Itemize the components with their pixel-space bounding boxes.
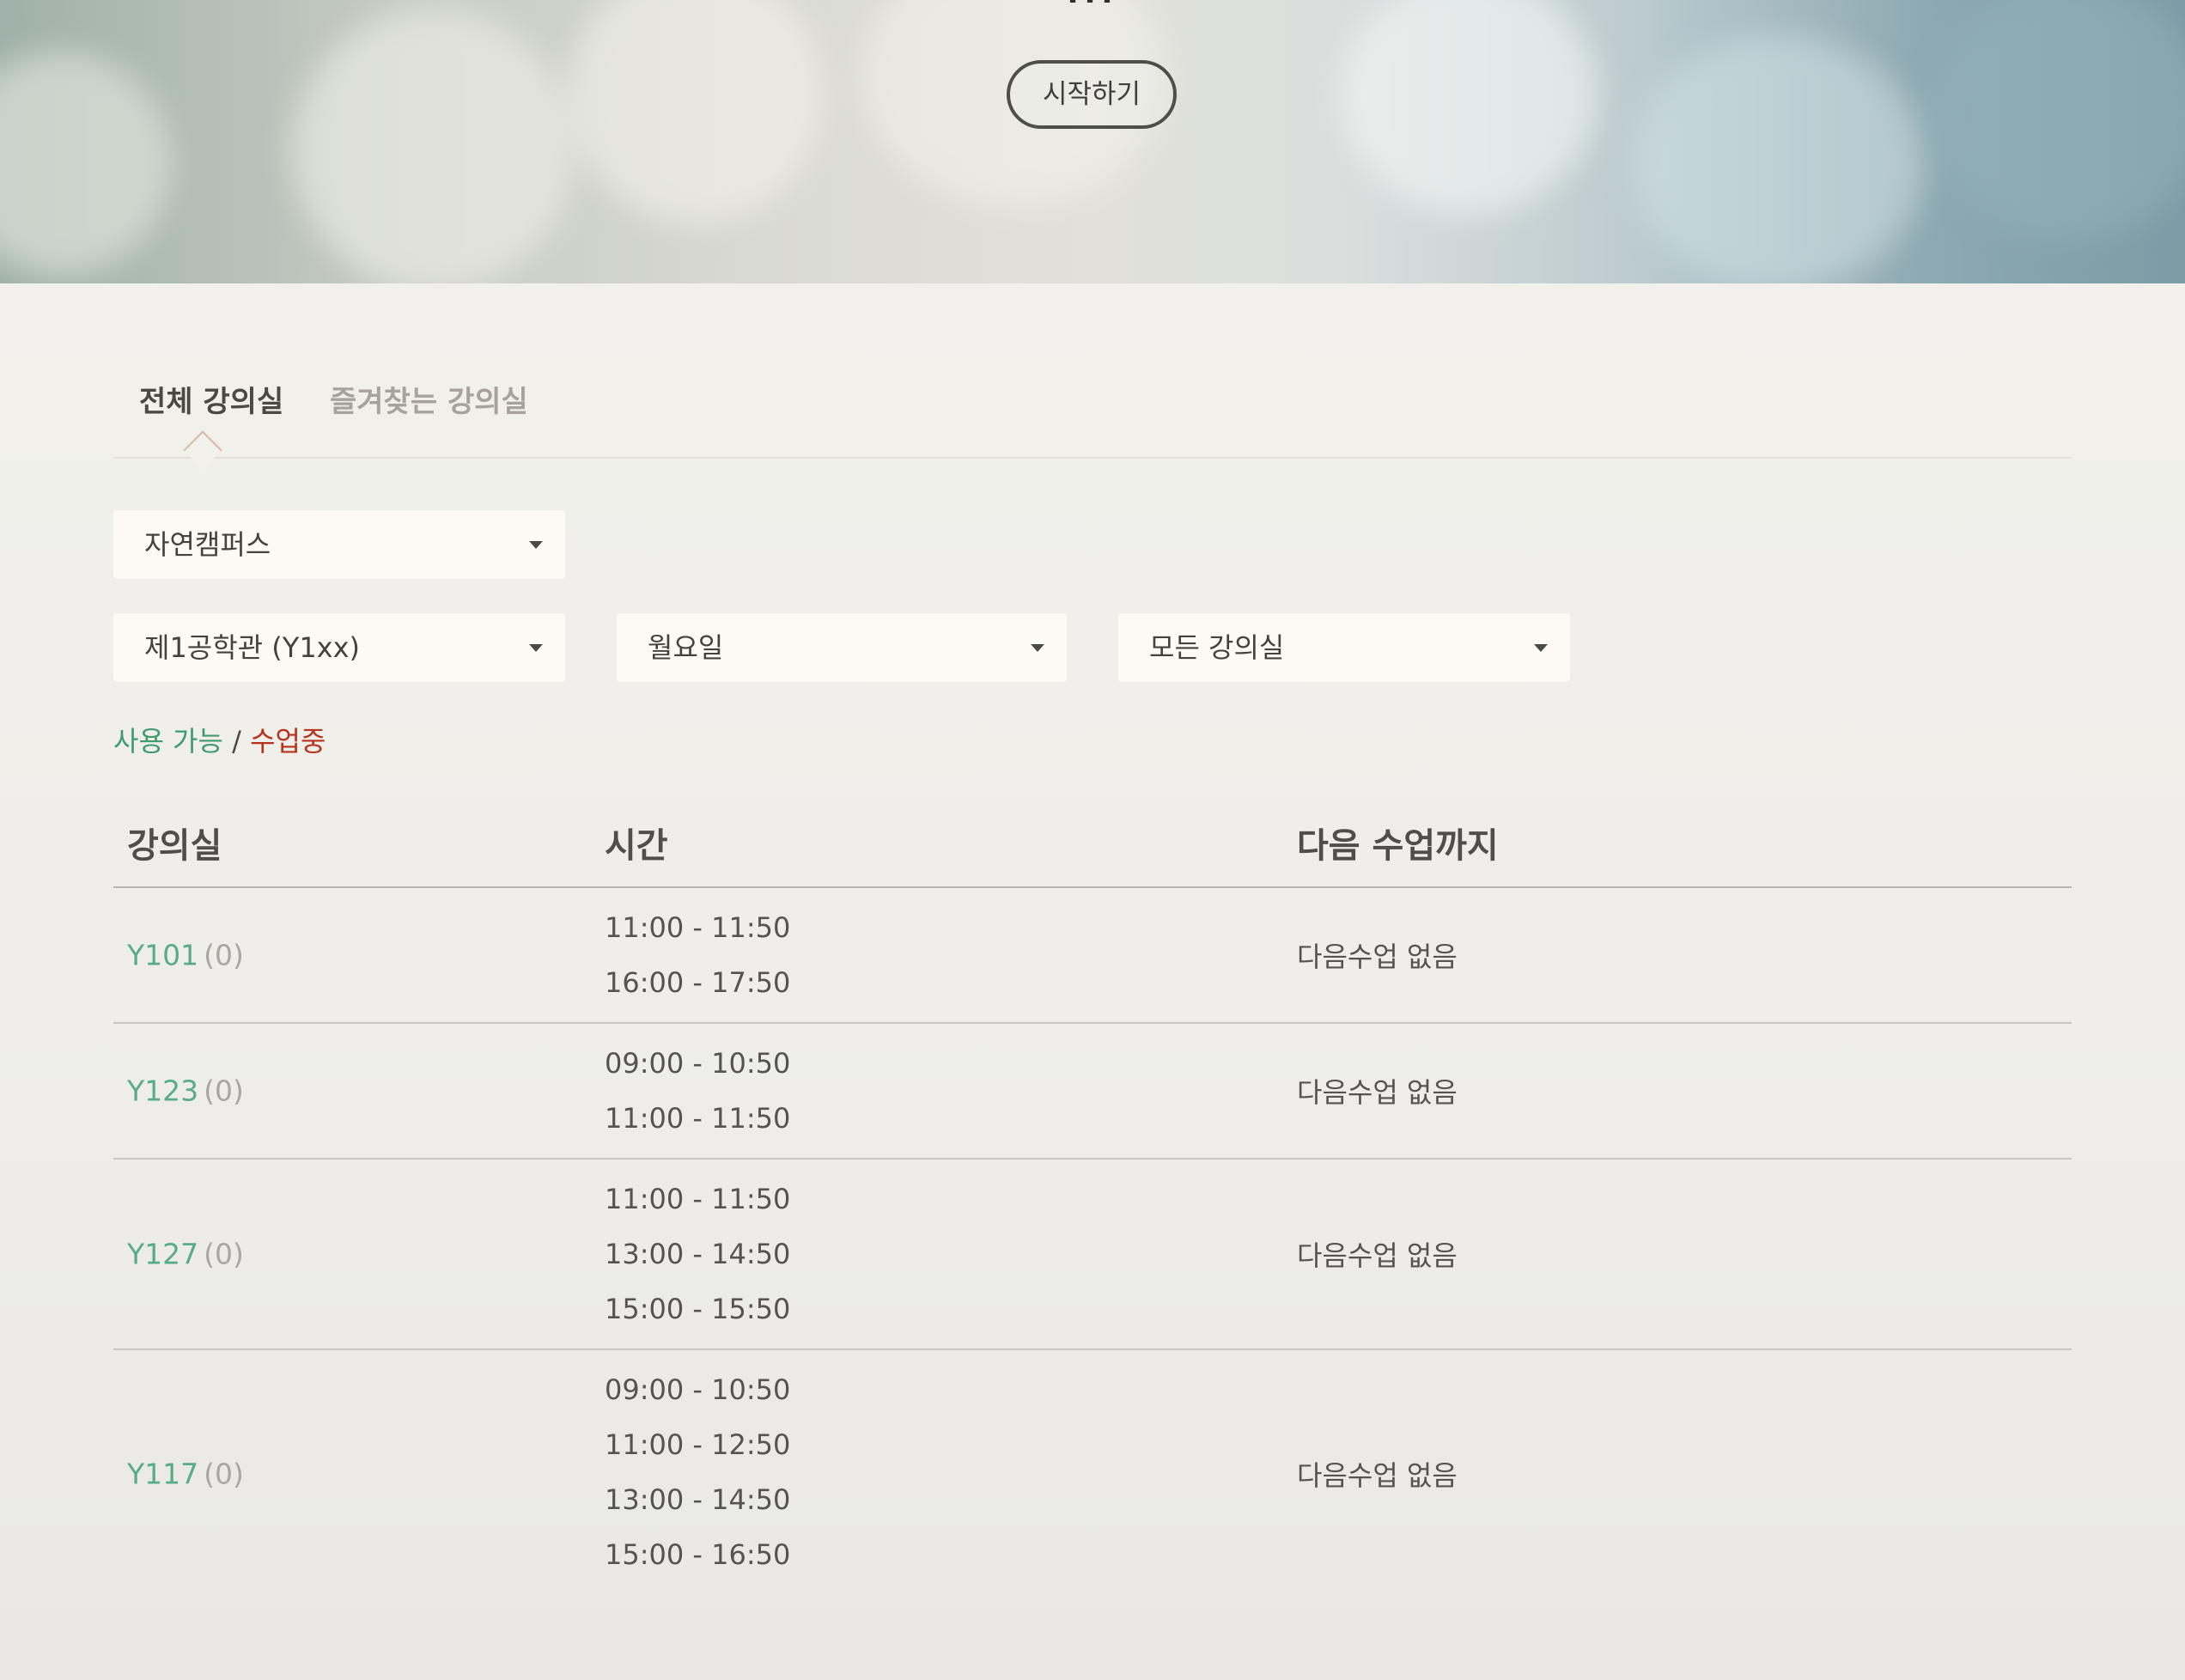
day-select-value: 월요일: [648, 631, 724, 664]
day-select[interactable]: 월요일: [617, 613, 1067, 682]
tab-favorite-rooms[interactable]: 즐겨찾는 강의실: [330, 378, 528, 420]
chevron-down-icon: [529, 541, 543, 549]
time-list: 09:00 - 10:50 11:00 - 12:50 13:00 - 14:5…: [605, 1371, 790, 1591]
time-slot: 11:00 - 11:50: [605, 911, 791, 944]
room-link[interactable]: Y127 (0): [127, 1238, 244, 1271]
hero-bokeh: [1340, 0, 1598, 215]
building-select[interactable]: 제1공학관 (Y1xx): [113, 613, 565, 682]
room-count: (0): [204, 1237, 244, 1271]
room-schedule-table: 강의실 시간 다음 수업까지 Y101 (0) 11:00 - 11:50 16:…: [113, 807, 2072, 1598]
time-slot: 09:00 - 10:50: [605, 1047, 791, 1080]
time-slot: 11:00 - 11:50: [605, 1183, 791, 1215]
hero-bokeh: [1632, 34, 1924, 283]
next-class: 다음수업 없음: [1297, 1239, 1458, 1272]
legend-available: 사용 가능: [113, 725, 223, 758]
hero-bokeh: [1932, 0, 2185, 240]
next-class: 다음수업 없음: [1297, 1076, 1458, 1109]
time-list: 11:00 - 11:50 13:00 - 14:50 15:00 - 15:5…: [605, 1180, 790, 1345]
room-count: (0): [204, 938, 244, 972]
hero-bokeh: [567, 0, 825, 223]
room-name: Y127: [127, 1237, 199, 1271]
table-row: Y127 (0) 11:00 - 11:50 13:00 - 14:50 15:0…: [113, 1160, 2072, 1350]
time-list: 11:00 - 11:50 16:00 - 17:50: [605, 909, 790, 1019]
next-class: 다음수업 없음: [1297, 940, 1458, 973]
room-select-value: 모든 강의실: [1149, 631, 1285, 664]
campus-select-value: 자연캠퍼스: [144, 528, 271, 561]
room-name: Y123: [127, 1074, 199, 1108]
chevron-down-icon: [1031, 644, 1044, 652]
room-name: Y101: [127, 938, 199, 972]
time-slot: 15:00 - 16:50: [605, 1538, 791, 1571]
time-slot: 11:00 - 11:50: [605, 1102, 791, 1135]
hero-title: …: [0, 0, 2185, 15]
time-slot: 16:00 - 17:50: [605, 966, 791, 999]
table-row: Y101 (0) 11:00 - 11:50 16:00 - 17:50 다음수업…: [113, 888, 2072, 1024]
status-legend: 사용 가능 / 수업중: [113, 720, 326, 759]
next-class: 다음수업 없음: [1297, 1459, 1458, 1492]
column-header-next: 다음 수업까지: [1297, 826, 1499, 866]
room-tabs: 전체 강의실 즐겨찾는 강의실: [113, 378, 2072, 470]
table-row: Y117 (0) 09:00 - 10:50 11:00 - 12:50 13:0…: [113, 1350, 2072, 1598]
table-row: Y123 (0) 09:00 - 10:50 11:00 - 11:50 다음수업…: [113, 1024, 2072, 1160]
room-link[interactable]: Y101 (0): [127, 939, 244, 972]
time-slot: 13:00 - 14:50: [605, 1483, 791, 1516]
hero-banner: … 시작하기: [0, 0, 2185, 283]
time-slot: 13:00 - 14:50: [605, 1238, 791, 1270]
legend-separator: /: [222, 725, 251, 758]
building-select-value: 제1공학관 (Y1xx): [144, 631, 361, 664]
time-list: 09:00 - 10:50 11:00 - 11:50: [605, 1044, 790, 1154]
chevron-down-icon: [529, 644, 543, 652]
room-name: Y117: [127, 1457, 199, 1491]
time-slot: 11:00 - 12:50: [605, 1428, 791, 1461]
room-count: (0): [204, 1074, 244, 1108]
campus-select[interactable]: 자연캠퍼스: [113, 510, 565, 579]
table-header: 강의실 시간 다음 수업까지: [113, 807, 2072, 888]
start-button[interactable]: 시작하기: [1007, 60, 1177, 129]
tab-all-rooms[interactable]: 전체 강의실: [139, 378, 283, 420]
room-link[interactable]: Y117 (0): [127, 1458, 244, 1491]
hero-bokeh: [0, 52, 172, 275]
time-slot: 09:00 - 10:50: [605, 1373, 791, 1406]
chevron-down-icon: [1534, 644, 1548, 652]
legend-in-class: 수업중: [250, 725, 326, 758]
room-select[interactable]: 모든 강의실: [1118, 613, 1570, 682]
column-header-time: 시간: [605, 826, 668, 866]
room-count: (0): [204, 1457, 244, 1491]
time-slot: 15:00 - 15:50: [605, 1293, 791, 1325]
room-link[interactable]: Y123 (0): [127, 1074, 244, 1108]
hero-bokeh: [292, 9, 575, 283]
active-tab-indicator: [183, 430, 222, 470]
column-header-room: 강의실: [127, 826, 222, 866]
